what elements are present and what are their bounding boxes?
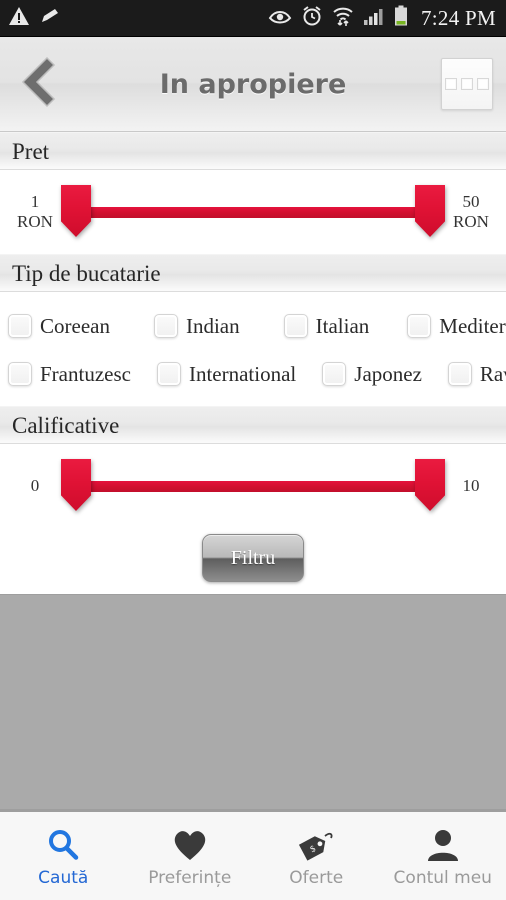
nav-item-preferinte[interactable]: Preferințe bbox=[127, 812, 254, 900]
section-title-price: Pret bbox=[12, 138, 50, 164]
rating-max-label: 10 bbox=[462, 476, 480, 496]
nav-label: Preferințe bbox=[148, 867, 232, 888]
menu-square-2-icon bbox=[461, 78, 473, 90]
checkbox-label: Mediteranean bbox=[439, 313, 506, 338]
status-bar-clock: 7:24 PM bbox=[420, 5, 496, 30]
checkbox-box-icon[interactable] bbox=[8, 314, 32, 338]
checkbox-coreean[interactable]: Coreean bbox=[8, 314, 110, 338]
status-bar-left-icons bbox=[8, 6, 61, 31]
rating-range-slider[interactable]: 0 10 bbox=[0, 444, 506, 528]
price-range-slider[interactable]: 1 RON 50 RON bbox=[0, 170, 506, 254]
nav-label: Contul meu bbox=[393, 867, 492, 888]
rating-slider-handle-min[interactable] bbox=[61, 458, 91, 511]
checkbox-label: Italian bbox=[315, 313, 370, 338]
warning-triangle-icon bbox=[8, 6, 30, 31]
filter-button[interactable]: Filtru bbox=[202, 534, 304, 582]
checkbox-international[interactable]: International bbox=[156, 361, 297, 386]
filter-content: Pret 1 RON 50 RON Tip de bucatarie Coree… bbox=[0, 132, 506, 809]
checkbox-label: Japonez bbox=[354, 361, 422, 386]
checkbox-label: Indian bbox=[185, 313, 240, 338]
section-header-rating: Calificative bbox=[0, 406, 506, 444]
section-title-rating: Calificative bbox=[12, 412, 120, 438]
rating-slider-handle-max[interactable] bbox=[415, 458, 445, 511]
checkbox-box-icon[interactable] bbox=[407, 314, 432, 338]
checkbox-italian[interactable]: Italian bbox=[283, 313, 370, 338]
menu-square-3-icon bbox=[477, 78, 489, 90]
cuisine-row-2: Frantuzesc International Japonez Raw-Veg… bbox=[8, 350, 506, 398]
battery-icon bbox=[394, 5, 408, 32]
checkbox-box-icon[interactable] bbox=[153, 314, 178, 338]
checkbox-box-icon[interactable] bbox=[156, 362, 181, 386]
rating-min-label: 0 bbox=[30, 476, 40, 496]
price-min-label: 1 RON bbox=[17, 192, 53, 231]
eye-icon bbox=[268, 7, 292, 30]
overflow-menu-button[interactable] bbox=[441, 58, 493, 110]
checkbox-label: International bbox=[188, 361, 297, 386]
nav-item-cauta[interactable]: Caută bbox=[0, 812, 127, 900]
checkbox-label: Raw-Vegan bbox=[479, 361, 506, 386]
alarm-clock-icon bbox=[301, 5, 323, 32]
nav-label: Caută bbox=[38, 867, 89, 888]
checkbox-box-icon[interactable] bbox=[8, 362, 32, 386]
empty-results-area bbox=[0, 594, 506, 809]
heart-icon bbox=[171, 826, 209, 864]
nav-item-contul-meu[interactable]: Contul meu bbox=[380, 812, 506, 900]
chevron-left-icon bbox=[13, 54, 57, 115]
cuisine-checkbox-grid: Coreean Indian Italian Mediteranean bbox=[0, 292, 506, 406]
section-title-cuisine: Tip de bucatarie bbox=[12, 260, 161, 286]
menu-square-1-icon bbox=[445, 78, 457, 90]
app-screen: 7:24 PM In apropiere Pret 1 RON 50 RON T… bbox=[0, 0, 506, 900]
checkbox-box-icon[interactable] bbox=[283, 314, 308, 338]
checkbox-box-icon[interactable] bbox=[322, 362, 347, 386]
back-button[interactable] bbox=[0, 37, 70, 131]
status-bar-right-icons: 7:24 PM bbox=[268, 5, 496, 32]
section-header-cuisine: Tip de bucatarie bbox=[0, 254, 506, 292]
price-slider-track[interactable] bbox=[76, 206, 430, 218]
nav-item-oferte[interactable]: $ Oferte bbox=[253, 812, 380, 900]
search-icon bbox=[45, 826, 81, 864]
checkbox-frantuzesc[interactable]: Frantuzesc bbox=[8, 362, 131, 386]
status-bar: 7:24 PM bbox=[0, 0, 506, 37]
pencil-icon bbox=[39, 6, 61, 31]
price-max-label: 50 RON bbox=[453, 192, 489, 231]
checkbox-label: Coreean bbox=[40, 313, 110, 338]
filter-button-wrap: Filtru bbox=[0, 528, 506, 594]
person-icon bbox=[426, 826, 460, 864]
price-tag-icon: $ bbox=[296, 826, 336, 864]
checkbox-mediteranean[interactable]: Mediteranean bbox=[407, 314, 506, 338]
rating-slider-track[interactable] bbox=[76, 480, 430, 492]
wifi-icon bbox=[332, 5, 354, 32]
section-header-price: Pret bbox=[0, 132, 506, 170]
price-slider-track-area[interactable] bbox=[61, 182, 445, 242]
checkbox-label: Frantuzesc bbox=[40, 361, 131, 386]
signal-bars-icon bbox=[363, 6, 385, 31]
checkbox-raw-vegan[interactable]: Raw-Vegan bbox=[447, 361, 506, 386]
checkbox-japonez[interactable]: Japonez bbox=[322, 362, 422, 386]
price-slider-handle-max[interactable] bbox=[415, 184, 445, 237]
cuisine-row-1: Coreean Indian Italian Mediteranean bbox=[8, 302, 506, 350]
bottom-navigation: Caută Preferințe $ Oferte Contul meu bbox=[0, 809, 506, 900]
rating-slider-track-area[interactable] bbox=[61, 456, 445, 516]
page-title: In apropiere bbox=[159, 68, 347, 100]
price-slider-handle-min[interactable] bbox=[61, 184, 91, 237]
checkbox-indian[interactable]: Indian bbox=[153, 313, 240, 338]
nav-label: Oferte bbox=[289, 867, 344, 888]
app-header: In apropiere bbox=[0, 37, 506, 132]
checkbox-box-icon[interactable] bbox=[447, 362, 472, 386]
